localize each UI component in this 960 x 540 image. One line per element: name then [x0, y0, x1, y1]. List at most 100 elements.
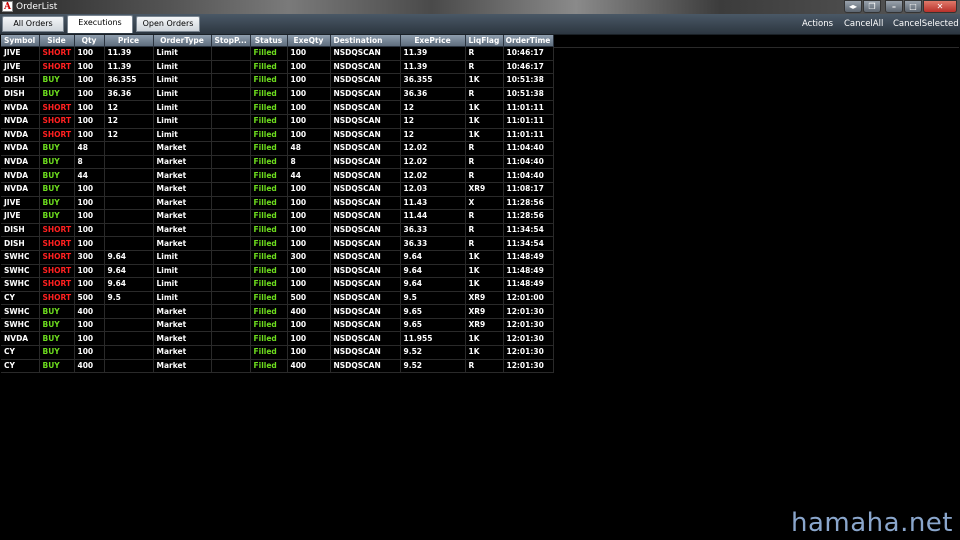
cell-side: BUY: [39, 331, 75, 347]
tab-all-orders[interactable]: All Orders: [2, 16, 64, 32]
cell-price: [104, 223, 154, 238]
cell-exe-price: 9.65: [400, 304, 466, 319]
cell-order-type: Market: [153, 236, 212, 251]
cell-destination: NSDQSCAN: [330, 46, 401, 61]
cell-liq-flag: R: [465, 209, 504, 224]
cell-order-time: 11:28:56: [503, 196, 554, 211]
table-row[interactable]: SWHC SHORT 300 9.64 Limit Filled 300 NSDQSCAN 9.…: [1, 250, 554, 265]
cell-status: Filled: [250, 141, 288, 156]
cell-price: 11.39: [104, 60, 154, 75]
cell-order-time: 10:51:38: [503, 87, 554, 102]
table-row[interactable]: JIVE BUY 100 Market Filled 100 NSDQSCAN 11.44 R 1…: [1, 209, 554, 224]
table-row[interactable]: NVDA BUY 100 Market Filled 100 NSDQSCAN 11.955 1…: [1, 331, 554, 347]
actions-menu-button[interactable]: Actions: [802, 18, 833, 30]
cell-destination: NSDQSCAN: [330, 291, 401, 306]
cell-side: BUY: [39, 196, 75, 211]
table-row[interactable]: SWHC BUY 400 Market Filled 400 NSDQSCAN 9.65 XR9…: [1, 304, 554, 319]
cell-liq-flag: R: [465, 155, 504, 170]
cell-order-type: Limit: [153, 100, 212, 115]
cell-symbol: SWHC: [1, 250, 40, 265]
column-header-exeprice[interactable]: ExePrice: [400, 35, 466, 47]
tab-open-orders[interactable]: Open Orders: [136, 16, 200, 32]
cell-stop-price: [211, 291, 251, 306]
cell-order-type: Limit: [153, 291, 212, 306]
cell-side: SHORT: [39, 100, 75, 115]
table-row[interactable]: DISH BUY 100 36.36 Limit Filled 100 NSDQSCAN 36.…: [1, 87, 554, 102]
table-row[interactable]: NVDA SHORT 100 12 Limit Filled 100 NSDQSCAN 12 1K…: [1, 114, 554, 129]
cell-liq-flag: R: [465, 236, 504, 251]
cell-liq-flag: 1K: [465, 100, 504, 115]
cancel-selected-button[interactable]: CancelSelected: [893, 18, 959, 30]
cell-stop-price: [211, 128, 251, 143]
cell-order-type: Limit: [153, 87, 212, 102]
window-title: OrderList: [16, 2, 58, 12]
cell-symbol: NVDA: [1, 182, 40, 197]
cell-symbol: CY: [1, 345, 40, 360]
table-row[interactable]: NVDA BUY 8 Market Filled 8 NSDQSCAN 12.02 R 11:04…: [1, 155, 554, 170]
table-row[interactable]: NVDA SHORT 100 12 Limit Filled 100 NSDQSCAN 12 1K…: [1, 128, 554, 143]
table-row[interactable]: JIVE SHORT 100 11.39 Limit Filled 100 NSDQSCAN 1…: [1, 60, 554, 75]
maximize-button[interactable]: □: [904, 0, 922, 13]
restore-icon[interactable]: ❐: [863, 0, 881, 13]
cell-status: Filled: [250, 100, 288, 115]
close-button[interactable]: ✕: [923, 0, 957, 13]
column-header-liqflag[interactable]: LiqFlag: [465, 35, 504, 47]
cell-symbol: DISH: [1, 87, 40, 102]
cell-exe-qty: 44: [287, 168, 331, 183]
table-row[interactable]: SWHC SHORT 100 9.64 Limit Filled 100 NSDQSCAN 9.…: [1, 264, 554, 279]
table-row[interactable]: CY SHORT 500 9.5 Limit Filled 500 NSDQSCAN 9.5 XR…: [1, 291, 554, 306]
column-header-price[interactable]: Price: [104, 35, 154, 47]
cell-qty: 100: [74, 223, 105, 238]
title-bar[interactable]: A OrderList ◂▸ ❐ – □ ✕: [0, 0, 960, 14]
cell-side: SHORT: [39, 46, 75, 61]
cell-side: BUY: [39, 304, 75, 319]
cell-status: Filled: [250, 250, 288, 265]
column-header-stopp[interactable]: StopP...: [211, 35, 251, 47]
table-row[interactable]: CY BUY 400 Market Filled 400 NSDQSCAN 9.52 R 12:0…: [1, 359, 554, 374]
column-header-status[interactable]: Status: [250, 35, 288, 47]
column-header-ordertime[interactable]: OrderTime: [503, 35, 554, 47]
cell-order-type: Market: [153, 359, 212, 374]
table-row[interactable]: JIVE BUY 100 Market Filled 100 NSDQSCAN 11.43 X 1…: [1, 196, 554, 211]
table-row[interactable]: DISH BUY 100 36.355 Limit Filled 100 NSDQSCAN 36…: [1, 73, 554, 88]
table-row[interactable]: NVDA BUY 44 Market Filled 44 NSDQSCAN 12.02 R 11:…: [1, 168, 554, 183]
cell-destination: NSDQSCAN: [330, 304, 401, 319]
table-row[interactable]: DISH SHORT 100 Market Filled 100 NSDQSCAN 36.33…: [1, 223, 554, 238]
column-header-exeqty[interactable]: ExeQty: [287, 35, 331, 47]
table-row[interactable]: NVDA BUY 48 Market Filled 48 NSDQSCAN 12.02 R 11:…: [1, 141, 554, 156]
cell-exe-price: 11.39: [400, 60, 466, 75]
column-header-destination[interactable]: Destination: [330, 35, 401, 47]
column-header-symbol[interactable]: Symbol: [1, 35, 40, 47]
cell-order-type: Market: [153, 168, 212, 183]
column-header-ordertype[interactable]: OrderType: [153, 35, 212, 47]
table-row[interactable]: SWHC BUY 100 Market Filled 100 NSDQSCAN 9.65 XR9…: [1, 318, 554, 333]
minimize-button[interactable]: –: [885, 0, 903, 13]
cancel-all-button[interactable]: CancelAll: [844, 18, 883, 30]
cell-qty: 100: [74, 318, 105, 333]
cell-exe-price: 9.64: [400, 264, 466, 279]
cell-side: BUY: [39, 155, 75, 170]
column-header-qty[interactable]: Qty: [74, 35, 105, 47]
cell-liq-flag: 1K: [465, 128, 504, 143]
cell-stop-price: [211, 304, 251, 319]
table-row[interactable]: CY BUY 100 Market Filled 100 NSDQSCAN 9.52 1K 12:…: [1, 345, 554, 360]
cell-exe-qty: 100: [287, 264, 331, 279]
table-row[interactable]: NVDA SHORT 100 12 Limit Filled 100 NSDQSCAN 12 1K…: [1, 100, 554, 115]
column-header-side[interactable]: Side: [39, 35, 75, 47]
cell-order-time: 11:48:49: [503, 264, 554, 279]
cell-status: Filled: [250, 182, 288, 197]
cell-exe-qty: 500: [287, 291, 331, 306]
cell-order-type: Market: [153, 318, 212, 333]
table-row[interactable]: SWHC SHORT 100 9.64 Limit Filled 100 NSDQSCAN 9.…: [1, 277, 554, 292]
table-row[interactable]: NVDA BUY 100 Market Filled 100 NSDQSCAN 12.03 XR…: [1, 182, 554, 197]
cell-exe-price: 9.64: [400, 250, 466, 265]
table-row[interactable]: JIVE SHORT 100 11.39 Limit Filled 100 NSDQSCAN 1…: [1, 46, 554, 61]
tab-executions[interactable]: Executions: [67, 15, 133, 33]
dock-toggle-icon[interactable]: ◂▸: [844, 0, 862, 13]
cell-exe-price: 9.65: [400, 318, 466, 333]
cell-symbol: SWHC: [1, 318, 40, 333]
cell-price: 36.355: [104, 73, 154, 88]
cell-status: Filled: [250, 304, 288, 319]
cell-exe-price: 36.33: [400, 236, 466, 251]
table-row[interactable]: DISH SHORT 100 Market Filled 100 NSDQSCAN 36.33…: [1, 236, 554, 251]
